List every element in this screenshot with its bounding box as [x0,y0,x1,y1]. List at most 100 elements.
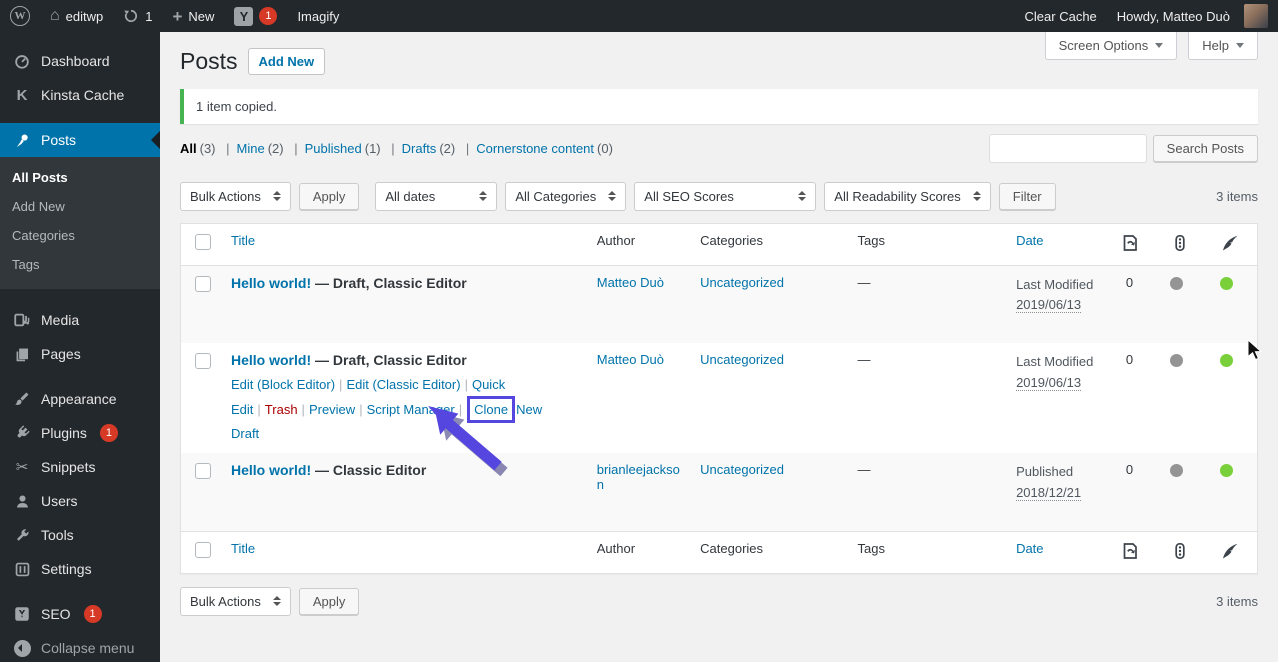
sidebar-item-users[interactable]: Users [0,484,160,518]
post-state: — Draft, Classic Editor [311,275,467,291]
sidebar-item-snippets[interactable]: ✂ Snippets [0,450,160,484]
post-title-link[interactable]: Hello world! [231,275,311,291]
traffic-light-icon [1170,541,1190,561]
author-header: Author [587,223,690,265]
view-published[interactable]: Published(1) [287,141,380,156]
site-name-menu[interactable]: ⌂ editwp [40,0,113,32]
pushpin-icon [12,130,32,150]
readability-score-dot [1220,277,1233,290]
my-account-menu[interactable]: Howdy, Matteo Duò [1107,0,1278,32]
seo-score-column-header [1160,223,1210,265]
new-content-menu[interactable]: + New [162,0,224,32]
author-header: Author [587,531,690,573]
sidebar-item-tags[interactable]: Tags [0,250,160,279]
select-arrows-icon [608,191,616,201]
readability-scores-filter-select[interactable]: All Readability Scores [824,182,990,211]
sidebar-item-categories[interactable]: Categories [0,221,160,250]
apply-button[interactable]: Apply [299,183,360,210]
tags-header: Tags [847,531,1006,573]
tablenav-bottom: Bulk Actions Apply 3 items [180,587,1258,616]
sidebar-item-collapse-menu[interactable]: Collapse menu [0,631,160,662]
table-row-hovered: Hello world! — Draft, Classic Editor Edi… [181,343,1258,453]
sidebar-item-appearance[interactable]: Appearance [0,382,160,416]
search-input[interactable] [989,134,1147,163]
view-cornerstone[interactable]: Cornerstone content(0) [459,141,613,156]
category-link[interactable]: Uncategorized [700,462,784,477]
select-all-checkbox[interactable] [195,234,211,250]
clone-link[interactable]: Clone [474,402,508,417]
author-link[interactable]: brianleejackson [597,462,680,492]
categories-header: Categories [690,223,847,265]
author-link[interactable]: Matteo Duò [597,275,664,290]
post-state: — Classic Editor [311,462,426,478]
sidebar-item-kinsta-cache[interactable]: K Kinsta Cache [0,78,160,112]
items-count: 3 items [1216,189,1258,204]
view-drafts[interactable]: Drafts(2) [384,141,455,156]
feather-icon [1220,541,1240,561]
author-link[interactable]: Matteo Duò [597,352,664,367]
row-checkbox[interactable] [195,353,211,369]
sidebar-item-tools[interactable]: Tools [0,518,160,552]
preview-link[interactable]: Preview [309,402,355,417]
date-value: 2019/06/13 [1016,375,1081,391]
select-all-checkbox[interactable] [195,542,211,558]
bulk-actions-select[interactable]: Bulk Actions [180,182,291,211]
sort-title-header[interactable]: Title [231,541,255,556]
admin-bar: W ⌂ editwp 1 + New Y 1 Imagify Clear Cac… [0,0,1278,32]
sidebar-item-media[interactable]: Media [0,303,160,337]
table-row: Hello world! — Classic Editor brianleeja… [181,453,1258,531]
sidebar-item-plugins[interactable]: Plugins 1 [0,416,160,450]
post-title-link[interactable]: Hello world! [231,462,311,478]
sort-date-header[interactable]: Date [1016,233,1043,248]
view-mine[interactable]: Mine(2) [219,141,283,156]
clone-column-header [1110,223,1160,265]
categories-filter-select[interactable]: All Categories [505,182,626,211]
bulk-actions-select-bottom[interactable]: Bulk Actions [180,587,291,616]
post-title-link[interactable]: Hello world! [231,352,311,368]
imagify-menu[interactable]: Imagify [287,0,349,32]
apply-button-bottom[interactable]: Apply [299,588,360,615]
home-icon: ⌂ [50,8,60,24]
wordpress-logo-menu[interactable]: W [0,0,40,32]
yoast-notification-badge: 1 [259,7,277,25]
select-arrows-icon [479,191,487,201]
edit-classic-editor-link[interactable]: Edit (Classic Editor) [346,377,460,392]
sidebar-item-seo[interactable]: SEO 1 [0,597,160,631]
edit-block-editor-link[interactable]: Edit (Block Editor) [231,377,335,392]
sidebar-item-posts[interactable]: Posts [0,123,160,157]
seo-scores-filter-select[interactable]: All SEO Scores [634,182,816,211]
sidebar-item-add-new[interactable]: Add New [0,192,160,221]
add-new-button[interactable]: Add New [248,48,326,75]
script-manager-link[interactable]: Script Manager [367,402,455,417]
date-value: 2019/06/13 [1016,297,1081,313]
trash-link[interactable]: Trash [265,402,298,417]
sidebar-item-dashboard[interactable]: Dashboard [0,44,160,78]
sort-title-header[interactable]: Title [231,233,255,248]
clear-cache-button[interactable]: Clear Cache [1015,0,1107,32]
sidebar-item-all-posts[interactable]: All Posts [0,163,160,192]
site-name: editwp [66,9,104,24]
clone-column-header [1110,531,1160,573]
row-checkbox[interactable] [195,276,211,292]
screen-options-button[interactable]: Screen Options [1045,32,1178,60]
imagify-label: Imagify [297,9,339,24]
plus-icon: + [172,8,182,25]
admin-bar-left: W ⌂ editwp 1 + New Y 1 Imagify [0,0,349,32]
row-checkbox[interactable] [195,463,211,479]
dates-filter-select[interactable]: All dates [375,182,497,211]
updates-menu[interactable]: 1 [113,0,162,32]
yoast-menu[interactable]: Y 1 [224,0,287,32]
readability-column-header [1210,531,1258,573]
view-all[interactable]: All(3) [180,141,216,156]
category-link[interactable]: Uncategorized [700,275,784,290]
scissors-icon: ✂ [12,457,32,477]
category-link[interactable]: Uncategorized [700,352,784,367]
sort-date-header[interactable]: Date [1016,541,1043,556]
sidebar-item-settings[interactable]: Settings [0,552,160,586]
plugins-badge: 1 [100,424,118,442]
sidebar-item-pages[interactable]: Pages [0,337,160,371]
help-button[interactable]: Help [1188,32,1258,60]
search-posts-button[interactable]: Search Posts [1153,135,1258,162]
filter-button[interactable]: Filter [999,183,1056,210]
plugin-icon [12,423,32,443]
